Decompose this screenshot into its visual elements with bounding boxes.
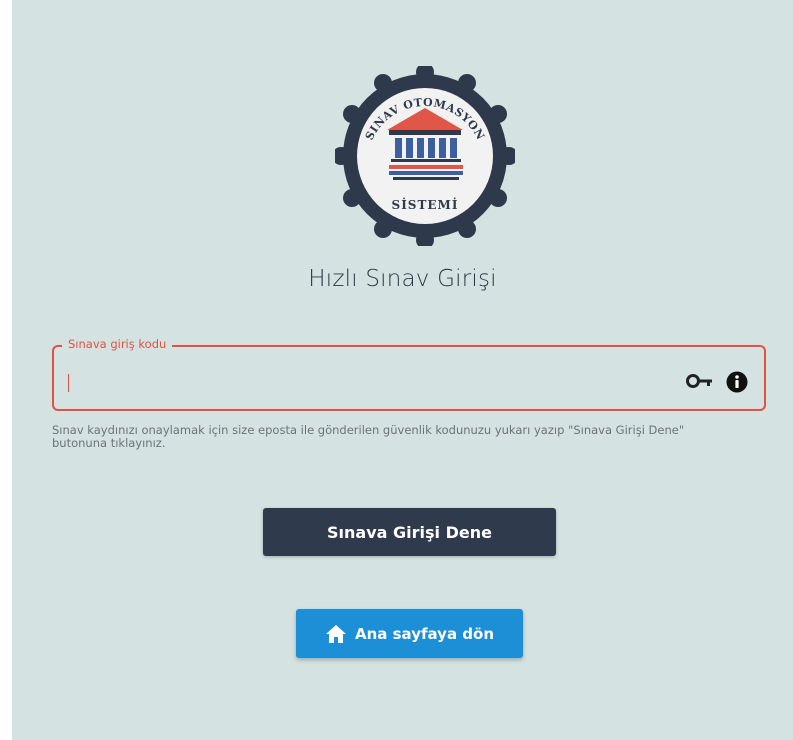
page-title: Hızlı Sınav Girişi xyxy=(308,266,497,292)
login-panel: SINAV OTOMASYON SİSTEMİ Hızlı Sınav Giri… xyxy=(12,0,793,740)
submit-exam-button[interactable]: Sınava Girişi Dene xyxy=(263,508,556,556)
help-text: Sınav kaydınızı onaylamak için size epos… xyxy=(52,423,685,450)
home-button-label: Ana sayfaya dön xyxy=(354,624,495,643)
info-icon[interactable] xyxy=(726,371,748,393)
logo-bottom-text: SİSTEMİ xyxy=(392,197,459,212)
key-icon xyxy=(686,374,712,388)
home-button[interactable]: Ana sayfaya dön xyxy=(296,609,523,658)
code-field-label: Sınava giriş kodu xyxy=(62,337,173,351)
text-caret xyxy=(68,374,69,392)
home-icon xyxy=(325,624,346,643)
logo-seal-icon xyxy=(335,66,515,246)
code-input[interactable] xyxy=(66,367,670,395)
code-field[interactable]: Sınava giriş kodu xyxy=(52,337,766,411)
logo-badge: SINAV OTOMASYON SİSTEMİ xyxy=(335,66,515,246)
